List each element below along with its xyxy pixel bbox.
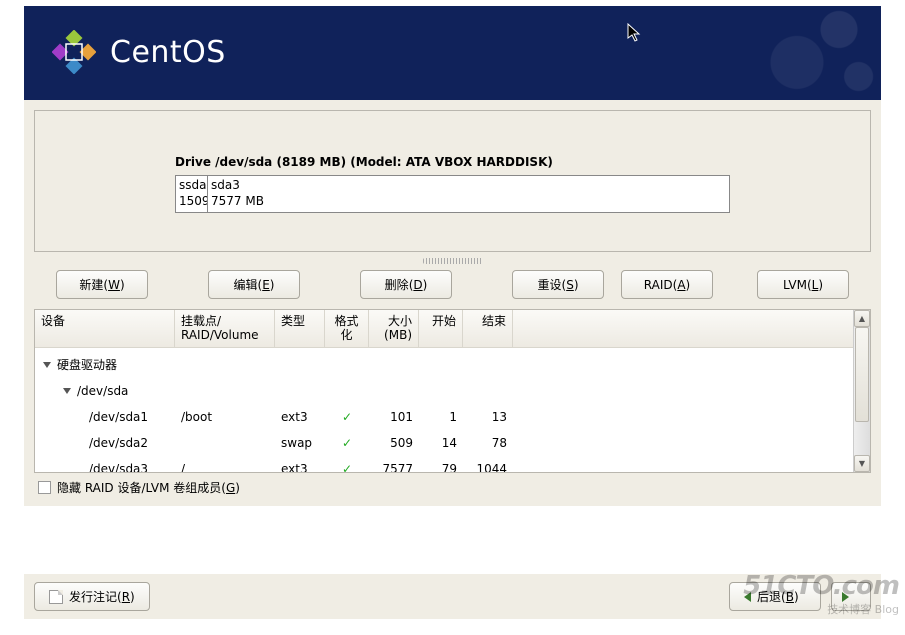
expand-icon[interactable] (63, 388, 71, 394)
header-banner: CentOS (24, 6, 881, 100)
brand-text: CentOS (110, 35, 226, 70)
raid-button[interactable]: RAID(A) (621, 270, 713, 299)
checkmark-icon: ✓ (325, 410, 369, 424)
hide-raid-checkbox-row[interactable]: 隐藏 RAID 设备/LVM 卷组成员(G) (34, 473, 871, 502)
back-button[interactable]: 后退(B) (729, 582, 821, 611)
scroll-up-icon[interactable]: ▲ (854, 310, 870, 327)
checkbox-icon[interactable] (38, 481, 51, 494)
col-format[interactable]: 格式化 (325, 310, 369, 347)
expand-icon[interactable] (43, 362, 51, 368)
col-size[interactable]: 大小 (MB) (369, 310, 419, 347)
release-notes-button[interactable]: 发行注记(R) (34, 582, 150, 611)
main-panel: Drive /dev/sda (8189 MB) (Model: ATA VBO… (24, 100, 881, 506)
drive-title: Drive /dev/sda (8189 MB) (Model: ATA VBO… (175, 155, 730, 169)
table-row[interactable]: /dev/sda3/ext3✓7577791044 (35, 456, 853, 472)
table-body: 硬盘驱动器 /dev/sda /dev/sda1/bootext3✓101113… (35, 348, 853, 472)
scroll-down-icon[interactable]: ▼ (854, 455, 870, 472)
partition-segment[interactable]: sda3 7577 MB (208, 176, 729, 212)
table-header: 设备 挂载点/ RAID/Volume 类型 格式化 大小 (MB) 开始 结束 (35, 310, 853, 348)
table-row[interactable]: /dev/sda2swap✓5091478 (35, 430, 853, 456)
scroll-thumb[interactable] (855, 327, 869, 422)
new-button[interactable]: 新建(W) (56, 270, 148, 299)
footer-bar: 发行注记(R) 后退(B) (24, 574, 881, 619)
arrow-left-icon (744, 592, 751, 602)
col-start[interactable]: 开始 (419, 310, 463, 347)
col-end[interactable]: 结束 (463, 310, 513, 347)
centos-logo-icon (52, 30, 96, 74)
drive-partition-bar[interactable]: ssda2 1509 M sda3 7577 MB (175, 175, 730, 213)
vertical-scrollbar[interactable]: ▲ ▼ (853, 310, 870, 472)
tree-disk-row[interactable]: /dev/sda (35, 378, 853, 404)
tree-root-row[interactable]: 硬盘驱动器 (35, 352, 853, 378)
arrow-right-icon (842, 592, 849, 602)
lvm-button[interactable]: LVM(L) (757, 270, 849, 299)
next-button[interactable] (831, 582, 871, 611)
table-row[interactable]: /dev/sda1/bootext3✓101113 (35, 404, 853, 430)
drive-diagram-frame: Drive /dev/sda (8189 MB) (Model: ATA VBO… (34, 110, 871, 252)
edit-button[interactable]: 编辑(E) (208, 270, 300, 299)
delete-button[interactable]: 删除(D) (360, 270, 452, 299)
col-mount[interactable]: 挂载点/ RAID/Volume (175, 310, 275, 347)
checkmark-icon: ✓ (325, 436, 369, 450)
partition-table: 设备 挂载点/ RAID/Volume 类型 格式化 大小 (MB) 开始 结束… (34, 309, 871, 473)
partition-segment[interactable]: ssda2 1509 M (176, 176, 208, 212)
checkmark-icon: ✓ (325, 462, 369, 472)
col-type[interactable]: 类型 (275, 310, 325, 347)
reset-button[interactable]: 重设(S) (512, 270, 604, 299)
notes-icon (49, 590, 63, 604)
action-button-row: 新建(W) 编辑(E) 删除(D) 重设(S) RAID(A) LVM(L) (34, 264, 871, 309)
col-device[interactable]: 设备 (35, 310, 175, 347)
